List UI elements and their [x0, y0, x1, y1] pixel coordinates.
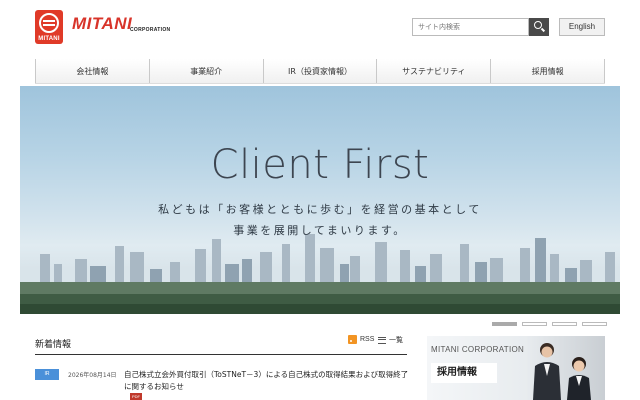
recruit-banner-title: 採用情報	[431, 363, 497, 383]
slider-dot-2[interactable]	[522, 322, 547, 326]
english-language-button[interactable]: English	[559, 18, 605, 36]
company-logo-mark[interactable]: MITANI	[35, 10, 63, 44]
news-date: 2026年08月14日	[68, 372, 117, 379]
slider-pagination	[492, 322, 607, 326]
logo-ring-icon	[39, 13, 59, 33]
list-icon	[378, 336, 386, 344]
slider-dot-3[interactable]	[552, 322, 577, 326]
hero-banner[interactable]: Client First 私どもは「お客様とともに歩む」を経営の基本として 事業…	[20, 86, 620, 314]
news-section-title: 新着情報	[35, 340, 72, 350]
news-item-link[interactable]: 自己株式立会外買付取引（ToSTNeT－3）による自己株式の取得結果および取得終…	[124, 369, 414, 393]
logo-mark-text: MITANI	[38, 36, 60, 42]
slider-dot-4[interactable]	[582, 322, 607, 326]
news-category-badge: IR	[35, 369, 59, 380]
rss-label: RSS	[360, 336, 375, 343]
search-button[interactable]	[529, 18, 549, 36]
news-list-label: 一覧	[389, 336, 403, 344]
pdf-icon: PDF	[130, 393, 142, 400]
nav-item-recruit[interactable]: 採用情報	[490, 59, 605, 83]
rss-link[interactable]: RSS	[348, 335, 374, 344]
rss-icon	[348, 335, 357, 344]
news-divider	[35, 354, 407, 355]
nav-item-sustainability[interactable]: サステナビリティ	[376, 59, 490, 83]
nav-item-business[interactable]: 事業紹介	[148, 59, 263, 83]
company-logo-wordmark[interactable]: MITANI	[72, 14, 132, 34]
news-list-link[interactable]: 一覧	[378, 335, 403, 345]
recruit-people-photo	[533, 343, 591, 400]
hero-tagline: 私どもは「お客様とともに歩む」を経営の基本として 事業を展開してまいります。	[20, 199, 620, 241]
hero-title: Client First	[210, 142, 430, 188]
global-nav: 会社情報 事業紹介 IR（投資家情報） サステナビリティ 採用情報	[35, 59, 605, 84]
site-header: MITANI MITANI CORPORATION English	[0, 0, 640, 58]
nav-item-company[interactable]: 会社情報	[35, 59, 149, 83]
recruit-banner-corp: MITANI CORPORATION	[431, 345, 525, 354]
company-logo-corporation: CORPORATION	[130, 27, 171, 33]
nav-item-ir[interactable]: IR（投資家情報）	[262, 59, 377, 83]
recruit-banner[interactable]: MITANI CORPORATION 採用情報	[427, 336, 605, 400]
site-search-input[interactable]	[412, 18, 529, 36]
slider-dot-1[interactable]	[492, 322, 517, 326]
hero-tagline-line2: 事業を展開してまいります。	[233, 224, 407, 237]
hero-tagline-line1: 私どもは「お客様とともに歩む」を経営の基本として	[158, 203, 482, 216]
